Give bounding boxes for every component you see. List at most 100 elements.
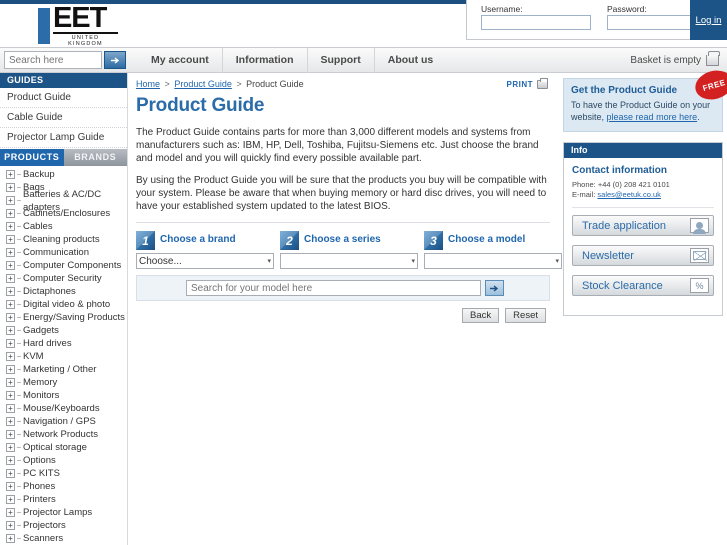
expand-icon[interactable]: +	[6, 469, 15, 478]
login-button[interactable]: Log in	[690, 0, 727, 40]
print-button[interactable]: PRINT	[507, 78, 548, 89]
category-item[interactable]: + Computer Security	[0, 272, 127, 285]
category-item[interactable]: + Dictaphones	[0, 285, 127, 298]
expand-icon[interactable]: +	[6, 456, 15, 465]
search-input[interactable]	[4, 51, 102, 69]
reset-button[interactable]: Reset	[505, 308, 546, 323]
expand-icon[interactable]: +	[6, 274, 15, 283]
nav-tab-information[interactable]: Information	[223, 48, 308, 73]
promo-read-more-link[interactable]: please read more here	[607, 112, 698, 122]
category-item[interactable]: + Projectors	[0, 519, 127, 532]
model-select[interactable]: ▾	[424, 253, 562, 269]
category-item[interactable]: + Backup	[0, 168, 127, 181]
tree-connector	[17, 538, 21, 539]
expand-icon[interactable]: +	[6, 443, 15, 452]
category-label: Memory	[23, 377, 58, 388]
nav-tab-about-us[interactable]: About us	[375, 48, 447, 73]
expand-icon[interactable]: +	[6, 495, 15, 504]
expand-icon[interactable]: +	[6, 209, 15, 218]
series-select[interactable]: ▾	[280, 253, 418, 269]
expand-icon[interactable]: +	[6, 365, 15, 374]
expand-icon[interactable]: +	[6, 235, 15, 244]
expand-icon[interactable]: +	[6, 508, 15, 517]
newsletter-button[interactable]: Newsletter	[572, 245, 714, 266]
expand-icon[interactable]: +	[6, 352, 15, 361]
model-search-submit-button[interactable]	[485, 280, 504, 296]
nav-tab-my-account[interactable]: My account	[138, 48, 223, 73]
category-item[interactable]: + Marketing / Other	[0, 363, 127, 376]
category-item[interactable]: + Printers	[0, 493, 127, 506]
expand-icon[interactable]: +	[6, 287, 15, 296]
expand-icon[interactable]: +	[6, 261, 15, 270]
category-item[interactable]: + PC KITS	[0, 467, 127, 480]
expand-icon[interactable]: +	[6, 170, 15, 179]
category-item[interactable]: + Cabinets/Enclosures	[0, 207, 127, 220]
category-item[interactable]: + Scanners	[0, 532, 127, 545]
category-item[interactable]: + Projector Lamps	[0, 506, 127, 519]
category-item[interactable]: + Phones	[0, 480, 127, 493]
category-item[interactable]: + Navigation / GPS	[0, 415, 127, 428]
category-item[interactable]: + Gadgets	[0, 324, 127, 337]
expand-icon[interactable]: +	[6, 300, 15, 309]
tab-products[interactable]: PRODUCTS	[0, 149, 64, 166]
expand-icon[interactable]: +	[6, 196, 15, 205]
username-input[interactable]	[481, 15, 591, 30]
category-item[interactable]: + Communication	[0, 246, 127, 259]
expand-icon[interactable]: +	[6, 339, 15, 348]
sidebar-item-projector-lamp-guide[interactable]: Projector Lamp Guide	[0, 128, 127, 148]
category-item[interactable]: + Memory	[0, 376, 127, 389]
category-item[interactable]: + Network Products	[0, 428, 127, 441]
expand-icon[interactable]: +	[6, 521, 15, 530]
category-label: Communication	[23, 247, 89, 258]
expand-icon[interactable]: +	[6, 417, 15, 426]
brand-select[interactable]: Choose... ▾	[136, 253, 274, 269]
category-item[interactable]: + Digital video & photo	[0, 298, 127, 311]
tree-connector	[17, 330, 21, 331]
tree-connector	[17, 317, 21, 318]
breadcrumb-home[interactable]: Home	[136, 79, 160, 89]
category-label: Computer Components	[23, 260, 122, 271]
contact-email-link[interactable]: sales@eetuk.co.uk	[597, 190, 660, 199]
expand-icon[interactable]: +	[6, 222, 15, 231]
product-guide-promo-panel: FREE Get the Product Guide To have the P…	[563, 68, 727, 132]
model-search-input[interactable]	[186, 280, 481, 296]
basket-icon	[706, 51, 720, 66]
expand-icon[interactable]: +	[6, 430, 15, 439]
category-label: Computer Security	[23, 273, 102, 284]
expand-icon[interactable]: +	[6, 378, 15, 387]
basket-status[interactable]: Basket is empty	[630, 48, 720, 73]
logo-subtitle: UNITED KINGDOM	[68, 35, 103, 47]
expand-icon[interactable]: +	[6, 313, 15, 322]
category-item[interactable]: + Options	[0, 454, 127, 467]
site-logo[interactable]: EET UNITED KINGDOM	[18, 4, 118, 48]
tree-connector	[17, 434, 21, 435]
expand-icon[interactable]: +	[6, 248, 15, 257]
envelope-icon	[690, 248, 709, 263]
tab-brands[interactable]: BRANDS	[63, 149, 127, 166]
sidebar-item-cable-guide[interactable]: Cable Guide	[0, 108, 127, 128]
category-item[interactable]: + Energy/Saving Products	[0, 311, 127, 324]
expand-icon[interactable]: +	[6, 534, 15, 543]
breadcrumb-level2[interactable]: Product Guide	[174, 79, 232, 89]
expand-icon[interactable]: +	[6, 404, 15, 413]
category-item[interactable]: + KVM	[0, 350, 127, 363]
search-submit-button[interactable]	[104, 51, 126, 69]
expand-icon[interactable]: +	[6, 391, 15, 400]
expand-icon[interactable]: +	[6, 183, 15, 192]
tree-connector	[17, 421, 21, 422]
category-item[interactable]: + Cleaning products	[0, 233, 127, 246]
back-button[interactable]: Back	[462, 308, 500, 323]
category-item[interactable]: + Hard drives	[0, 337, 127, 350]
trade-application-button[interactable]: Trade application	[572, 215, 714, 236]
category-item[interactable]: + Optical storage	[0, 441, 127, 454]
stock-clearance-button[interactable]: Stock Clearance %	[572, 275, 714, 296]
expand-icon[interactable]: +	[6, 326, 15, 335]
category-item[interactable]: + Batteries & AC/DC adapters	[0, 189, 127, 213]
sidebar-item-product-guide[interactable]: Product Guide	[0, 88, 127, 108]
category-item[interactable]: + Mouse/Keyboards	[0, 402, 127, 415]
category-item[interactable]: + Computer Components	[0, 259, 127, 272]
nav-tab-support[interactable]: Support	[308, 48, 375, 73]
category-item[interactable]: + Monitors	[0, 389, 127, 402]
expand-icon[interactable]: +	[6, 482, 15, 491]
category-item[interactable]: + Cables	[0, 220, 127, 233]
